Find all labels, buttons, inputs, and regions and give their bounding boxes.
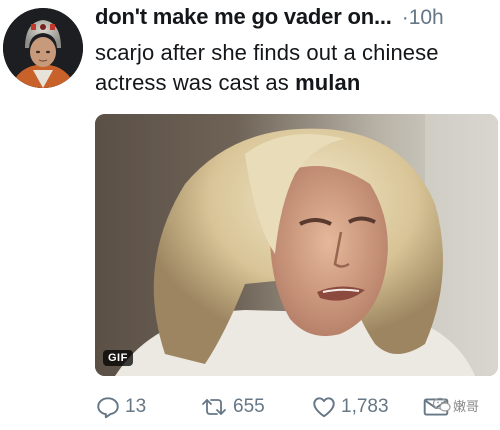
avatar[interactable] [3,8,83,88]
wechat-icon [432,397,451,418]
reply-icon [95,394,125,420]
like-icon [311,394,341,420]
retweet-count: 655 [233,396,265,417]
like-button[interactable]: 1,783 [311,392,389,422]
like-count: 1,783 [341,396,389,417]
gif-badge: GIF [103,350,133,366]
display-name[interactable]: don't make me go vader on... [95,4,392,29]
gif-media[interactable]: GIF [95,114,498,376]
timestamp[interactable]: ·10h [402,6,444,29]
reply-button[interactable]: 13 [95,392,146,422]
tweet-header: don't make me go vader on... ·10h [95,4,495,38]
tweet-text: scarjo after she finds out a chinese act… [95,38,495,98]
retweet-icon [199,394,233,420]
tweet-text-plain: scarjo after she finds out a chinese act… [95,40,439,95]
tweet-text-bold: mulan [295,70,361,95]
watermark-text: 嫩哥 [453,400,480,415]
retweet-button[interactable]: 655 [199,392,265,422]
reply-count: 13 [125,396,147,417]
